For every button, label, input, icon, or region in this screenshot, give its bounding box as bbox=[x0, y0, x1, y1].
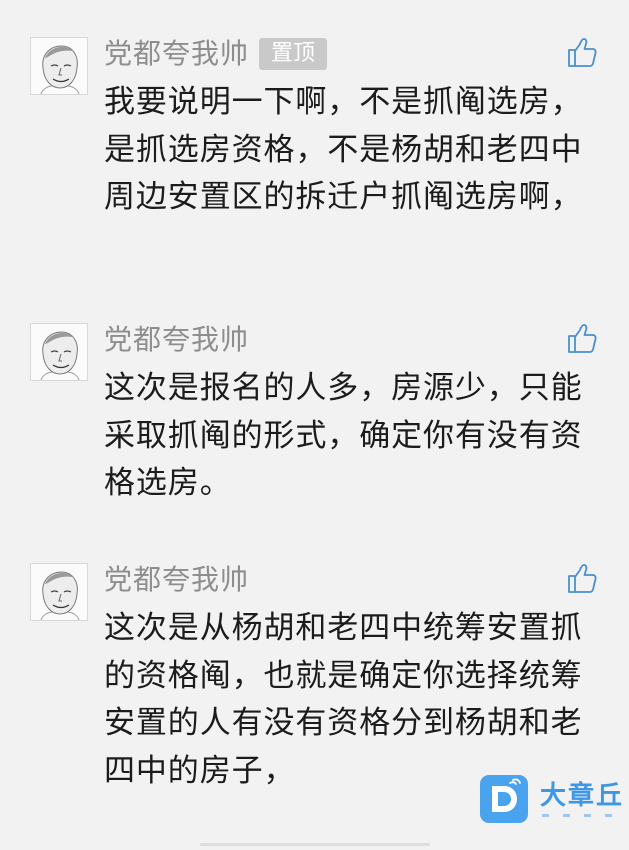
brand-name: 大章丘 bbox=[540, 781, 625, 811]
tagline-dot bbox=[542, 814, 549, 817]
thumbs-up-icon bbox=[568, 564, 597, 593]
d-chat-logo-icon bbox=[480, 775, 528, 823]
like-button[interactable] bbox=[566, 563, 598, 595]
tagline-dot bbox=[563, 814, 570, 817]
author-name[interactable]: 党都夸我帅 bbox=[104, 37, 249, 71]
comment-text: 我要说明一下啊，不是抓阄选房，是抓选房资格，不是杨胡和老四中周边安置区的拆迁户抓… bbox=[104, 84, 583, 215]
comment-header: 党都夸我帅 置顶 bbox=[104, 37, 328, 71]
pinned-badge: 置顶 bbox=[259, 38, 328, 70]
sketch-portrait-icon bbox=[31, 38, 87, 94]
avatar[interactable] bbox=[30, 323, 88, 381]
comment-text: 这次是报名的人多，房源少，只能采取抓阄的形式，确定你有没有资格选房。 bbox=[104, 370, 583, 501]
avatar[interactable] bbox=[30, 37, 88, 95]
comment-header: 党都夸我帅 bbox=[104, 323, 249, 357]
sketch-portrait-icon bbox=[31, 324, 87, 380]
brand-tagline-dots bbox=[540, 814, 624, 817]
bottom-divider bbox=[200, 843, 430, 846]
tagline-dot bbox=[584, 814, 591, 817]
comment-page: 党都夸我帅 置顶 我要说明一下啊，不是抓阄选房，是抓选房资格，不是杨胡和老四中周… bbox=[0, 0, 629, 850]
author-name[interactable]: 党都夸我帅 bbox=[104, 563, 249, 597]
thumbs-up-icon bbox=[568, 324, 597, 353]
comment-text: 这次是从杨胡和老四中统筹安置抓的资格阄，也就是确定你选择统筹安置的人有没有资格分… bbox=[104, 610, 583, 789]
brand-text: 大章丘 bbox=[540, 781, 624, 817]
thumbs-up-icon bbox=[568, 38, 597, 67]
sketch-portrait-icon bbox=[31, 564, 87, 620]
brand-watermark: 大章丘 bbox=[480, 775, 624, 823]
like-button[interactable] bbox=[566, 37, 598, 69]
avatar[interactable] bbox=[30, 563, 88, 621]
like-button[interactable] bbox=[566, 323, 598, 355]
comment-header: 党都夸我帅 bbox=[104, 563, 249, 597]
tagline-dot bbox=[605, 814, 612, 817]
author-name[interactable]: 党都夸我帅 bbox=[104, 323, 249, 357]
